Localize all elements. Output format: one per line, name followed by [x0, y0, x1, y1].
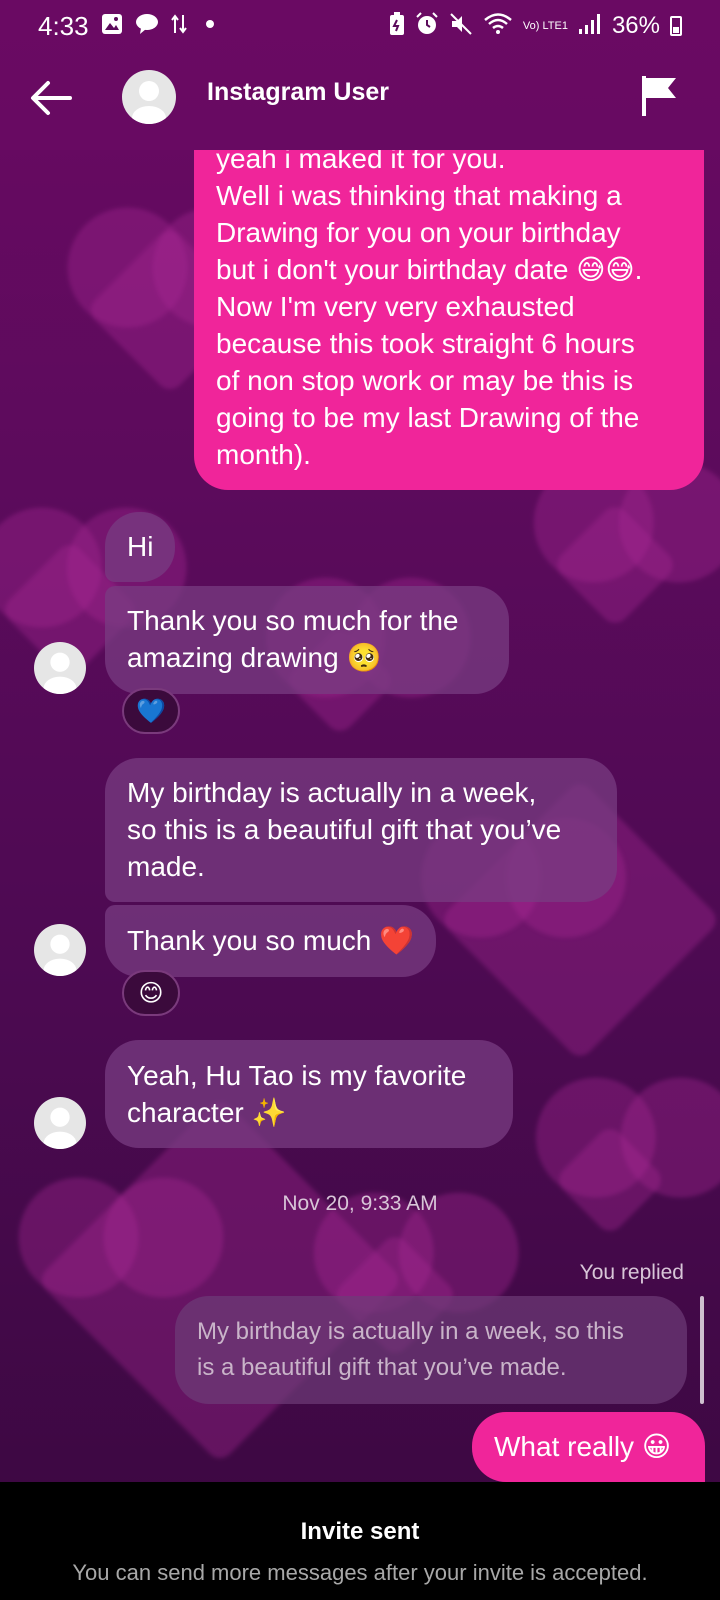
- incoming-message-thanks[interactable]: Thank you so much ❤️: [105, 905, 436, 977]
- incoming-message-thanks-drawing[interactable]: Thank you so much for the amazing drawin…: [105, 586, 509, 694]
- message-line: of non stop work or may be this is: [216, 365, 634, 396]
- contact-name[interactable]: Instagram User: [207, 78, 389, 107]
- message-text: Thank you so much ❤️: [127, 925, 414, 956]
- message-line: character ✨: [127, 1097, 287, 1128]
- reply-indicator-bar: [700, 1296, 704, 1404]
- blue-heart-reaction: 💙: [136, 697, 166, 725]
- network-label: Vo) LTE1: [522, 19, 568, 32]
- incoming-message-hi[interactable]: Hi: [105, 512, 176, 582]
- chat-icon: [135, 13, 159, 39]
- image-icon: [101, 13, 123, 39]
- smile-reaction: 😊: [138, 979, 164, 1007]
- incoming-message-birthday[interactable]: My birthday is actually in a week, so th…: [105, 758, 617, 902]
- chat-header: Instagram User: [0, 62, 720, 134]
- quoted-message[interactable]: My birthday is actually in a week, so th…: [175, 1296, 687, 1404]
- message-line: Yeah, Hu Tao is my favorite: [127, 1060, 467, 1091]
- message-text: What really 😀: [494, 1431, 672, 1462]
- flag-icon[interactable]: [640, 74, 680, 118]
- battery-icon: [670, 16, 682, 36]
- message-line: Thank you so much for the: [127, 605, 459, 636]
- message-line: amazing drawing 🥺: [127, 642, 382, 673]
- message-line: My birthday is actually in a week,: [127, 777, 537, 808]
- message-line: made.: [127, 851, 205, 882]
- message-line: month).: [216, 439, 311, 470]
- message-line: going to be my last Drawing of the: [216, 402, 640, 433]
- message-line: but i don't your birthday date 😅😅.: [216, 254, 643, 285]
- invite-footer: Invite sent You can send more messages a…: [0, 1482, 720, 1600]
- incoming-message-hutao[interactable]: Yeah, Hu Tao is my favorite character ✨: [105, 1040, 513, 1148]
- message-line: Now I'm very very exhausted: [216, 291, 575, 322]
- alarm-icon: [415, 12, 439, 40]
- outgoing-message-reply[interactable]: What really 😀: [472, 1412, 705, 1482]
- quoted-line: My birthday is actually in a week, so th…: [197, 1318, 624, 1345]
- message-line: because this took straight 6 hours: [216, 328, 635, 359]
- reaction-badge[interactable]: 💙: [122, 688, 180, 734]
- back-arrow-icon[interactable]: [28, 78, 74, 118]
- quoted-line: is a beautiful gift that you’ve made.: [197, 1354, 567, 1381]
- message-line: Well i was thinking that making a: [216, 180, 622, 211]
- battery-saver-icon: [389, 12, 405, 40]
- message-text: Hi: [127, 531, 154, 562]
- message-line: so this is a beautiful gift that you’ve: [127, 814, 562, 845]
- signal-icon: [578, 13, 602, 39]
- outgoing-message-long[interactable]: yeah i maked it for you. Well i was thin…: [194, 122, 704, 490]
- data-transfer-icon: [170, 13, 187, 39]
- status-time: 4:33: [38, 10, 89, 41]
- header-avatar[interactable]: [122, 70, 176, 124]
- dot-icon: [199, 13, 221, 39]
- message-timestamp: Nov 20, 9:33 AM: [282, 1192, 438, 1215]
- sender-avatar[interactable]: [34, 1097, 86, 1149]
- sender-avatar[interactable]: [34, 642, 86, 694]
- mute-icon: [449, 12, 473, 40]
- sender-avatar[interactable]: [34, 924, 86, 976]
- message-line: Drawing for you on your birthday: [216, 217, 621, 248]
- reaction-badge[interactable]: 😊: [122, 970, 180, 1016]
- status-bar: 4:33 Vo) LTE1 36%: [0, 0, 720, 52]
- you-replied-label: You replied: [579, 1261, 684, 1284]
- battery-percent: 36%: [611, 12, 660, 39]
- invite-title: Invite sent: [300, 1518, 420, 1545]
- wifi-icon: [483, 12, 513, 40]
- invite-subtitle: You can send more messages after your in…: [72, 1560, 648, 1585]
